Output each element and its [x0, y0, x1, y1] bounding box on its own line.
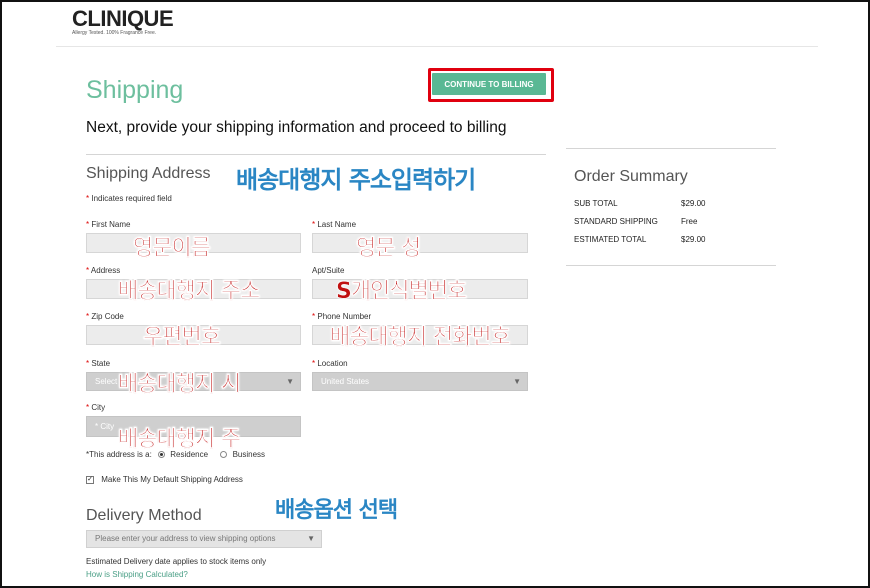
shipping-intro-text: Next, provide your shipping information … [86, 119, 507, 136]
summary-label-subtotal: SUB TOTAL [574, 199, 618, 208]
address-label: * Address [86, 266, 121, 275]
chevron-down-icon: ▼ [307, 534, 315, 543]
summary-label-total: ESTIMATED TOTAL [574, 235, 647, 244]
required-note: * Indicates required field [86, 194, 172, 203]
summary-label-shipping: STANDARD SHIPPING [574, 217, 658, 226]
zip-code-label: * Zip Code [86, 312, 124, 321]
city-label: * City [86, 403, 106, 412]
summary-value-total: $29.00 [681, 235, 706, 244]
annotation-state: 배송대행지 시 [118, 372, 242, 397]
last-name-label: * Last Name [312, 220, 357, 229]
annotation-city: 배송대행지 주 [118, 427, 242, 452]
location-select-value: United States [321, 377, 370, 386]
annotation-delivery: 배송옵션 선택 [275, 498, 398, 523]
header-divider [56, 46, 818, 47]
first-name-label: * First Name [86, 220, 131, 229]
shipping-address-title: Shipping Address [86, 165, 211, 182]
annotation-address: 배송대행지 주소 [118, 279, 261, 304]
order-summary-top-divider [566, 148, 776, 149]
page-title: Shipping [86, 76, 184, 104]
location-select[interactable]: United States ▼ [312, 372, 528, 391]
section-divider [86, 154, 546, 155]
chevron-down-icon: ▼ [286, 377, 294, 386]
clinique-logo[interactable]: CLINIQUE [72, 6, 174, 32]
delivery-method-title: Delivery Method [86, 507, 202, 524]
annotation-phone: 배송대행지 전화번호 [330, 325, 511, 350]
shipping-options-placeholder: Please enter your address to view shippi… [95, 534, 276, 543]
annotation-address-section: 배송대행지 주소입력하기 [236, 166, 476, 194]
logo-tagline: Allergy Tested. 100% Fragrance Free. [72, 30, 157, 36]
chevron-down-icon: ▼ [513, 377, 521, 386]
annotation-zip: 우편번호 [143, 325, 221, 350]
location-label: * Location [312, 359, 348, 368]
default-address-row: ✓ Make This My Default Shipping Address [86, 475, 243, 484]
order-summary-title: Order Summary [574, 168, 688, 185]
default-address-checkbox[interactable]: ✓ [86, 475, 94, 484]
shipping-options-select[interactable]: Please enter your address to view shippi… [86, 530, 322, 548]
annotation-first-name: 영문이름 [133, 236, 211, 261]
default-address-label: Make This My Default Shipping Address [101, 475, 243, 484]
delivery-note: Estimated Delivery date applies to stock… [86, 557, 267, 566]
shipping-calculated-link[interactable]: How is Shipping Calculated? [86, 570, 188, 579]
state-select-value: Select [95, 377, 118, 386]
summary-value-subtotal: $29.00 [681, 199, 706, 208]
annotation-apt: S개인식별번호 [336, 279, 468, 304]
order-summary-bottom-divider [566, 265, 776, 266]
city-placeholder: * City [95, 422, 115, 431]
annotation-last-name: 영문 성 [356, 236, 422, 261]
state-label: * State [86, 359, 111, 368]
continue-to-billing-button[interactable]: CONTINUE TO BILLING [432, 73, 546, 95]
summary-value-shipping: Free [681, 217, 698, 226]
